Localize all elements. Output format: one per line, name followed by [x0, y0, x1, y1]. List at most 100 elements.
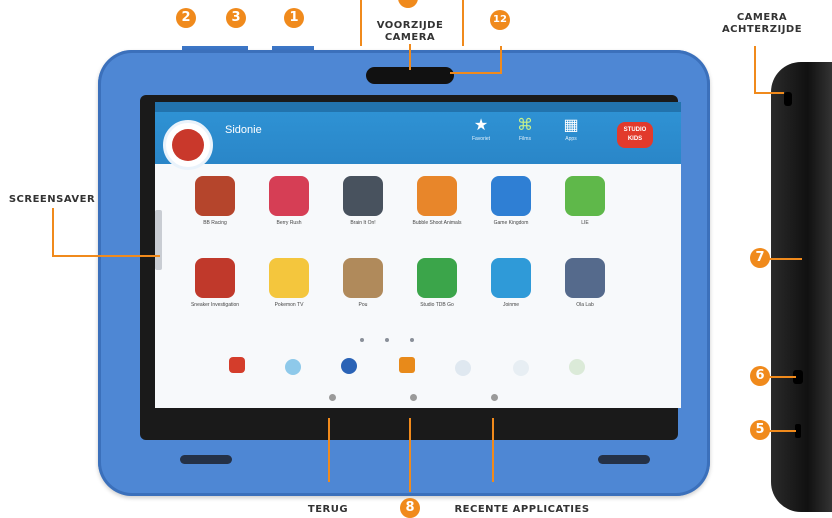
dock-app[interactable]: [399, 357, 415, 373]
badge-line-1: STUDIO: [623, 127, 647, 133]
callout-number-8: 8: [400, 498, 420, 518]
back-label: TERUG: [307, 504, 349, 515]
callout-line: [52, 208, 54, 256]
avatar-image: [172, 129, 204, 161]
app-icon: [565, 258, 605, 298]
badge-line-2: KIDS: [627, 136, 643, 142]
app-tile[interactable]: Studio TDB Go: [407, 258, 467, 328]
callout-line: [360, 0, 362, 46]
page-dot[interactable]: [410, 338, 414, 342]
screensaver-strip: [155, 210, 162, 270]
app-icon: [491, 176, 531, 216]
dock-app[interactable]: [569, 359, 585, 375]
app-tile[interactable]: Sneaker Investigation: [185, 258, 245, 328]
callout-line: [328, 418, 330, 482]
app-tile[interactable]: LIE: [555, 176, 615, 246]
home-nav-button[interactable]: [410, 394, 417, 401]
dock-app[interactable]: [285, 359, 301, 375]
app-tile[interactable]: Berry Rush: [259, 176, 319, 246]
grid-icon: ▦: [563, 117, 579, 134]
callout-line: [52, 255, 160, 257]
callout-line: [409, 44, 411, 70]
tablet-side-view: [771, 62, 832, 512]
app-icon: [269, 176, 309, 216]
app-label: Bubble Shoot Animals: [412, 220, 462, 226]
callout-number-5: 5: [750, 420, 770, 440]
callout-number-3: 3: [226, 8, 246, 28]
nav-apps[interactable]: ▦ Apps: [551, 116, 591, 142]
front-camera-label: VOORZIJDE CAMERA: [374, 20, 446, 44]
app-tile[interactable]: Bubble Shoot Animals: [407, 176, 467, 246]
screensaver-label: SCREENSAVER: [8, 194, 96, 205]
callout-number-1: 1: [284, 8, 304, 28]
page-dot[interactable]: [385, 338, 389, 342]
app-icon: [491, 258, 531, 298]
callout-line: [409, 418, 411, 492]
film-icon: ⌘: [517, 117, 533, 134]
app-icon: [417, 258, 457, 298]
nav-favorites[interactable]: ★ Favoriet: [461, 116, 501, 142]
dock-app[interactable]: [341, 358, 357, 374]
callout-number-partial: [398, 0, 418, 8]
label-line: VOORZIJDE: [376, 20, 444, 31]
callout-number-2: 2: [176, 8, 196, 28]
callout-line: [500, 46, 502, 74]
app-icon: [343, 176, 383, 216]
back-nav-button[interactable]: [329, 394, 336, 401]
callout-line: [754, 46, 756, 94]
app-tile[interactable]: Pou: [333, 258, 393, 328]
nav-films[interactable]: ⌘ Films: [505, 116, 545, 142]
callout-number-6: 6: [750, 366, 770, 386]
label-line: ACHTERZIJDE: [721, 24, 803, 35]
profile-name: Sidonie: [225, 124, 262, 136]
nav-label: Apps: [565, 136, 577, 142]
app-tile[interactable]: BB Racing: [185, 176, 245, 246]
tablet-screen: Sidonie ★ Favoriet ⌘ Films ▦ Apps STUDIO…: [155, 102, 681, 408]
app-tile[interactable]: Game Kingdom: [481, 176, 541, 246]
status-bar: [155, 102, 681, 112]
app-icon: [343, 258, 383, 298]
app-label: Berry Rush: [276, 220, 302, 226]
dock-app[interactable]: [513, 360, 529, 376]
callout-line: [768, 430, 796, 432]
screen-topbar: Sidonie ★ Favoriet ⌘ Films ▦ Apps STUDIO…: [155, 102, 681, 170]
app-label: Brain It On!: [350, 220, 376, 226]
app-tile[interactable]: Joinme: [481, 258, 541, 328]
rear-camera: [784, 92, 792, 106]
callout-number-12: 12: [490, 10, 510, 30]
star-icon: ★: [473, 117, 489, 134]
dock-app[interactable]: [229, 357, 245, 373]
recent-apps-label: RECENTE APPLICATIES: [454, 504, 590, 515]
nav-label: Films: [519, 136, 531, 142]
page-dot[interactable]: [360, 338, 364, 342]
recent-apps-nav-button[interactable]: [491, 394, 498, 401]
app-icon: [195, 176, 235, 216]
callout-line: [492, 418, 494, 482]
app-icon: [269, 258, 309, 298]
avatar[interactable]: [163, 120, 213, 170]
app-tile[interactable]: Pokemon TV: [259, 258, 319, 328]
app-icon: [195, 258, 235, 298]
app-label: Pou: [358, 302, 368, 308]
app-label: LIE: [581, 220, 589, 226]
app-tile[interactable]: Ola Lab: [555, 258, 615, 328]
app-icon: [417, 176, 457, 216]
callout-line: [462, 0, 464, 46]
studio-kids-badge[interactable]: STUDIO KIDS: [617, 122, 653, 148]
app-label: BB Racing: [203, 220, 227, 226]
app-label: Studio TDB Go: [420, 302, 454, 308]
app-label: Game Kingdom: [493, 220, 529, 226]
label-line: CAMERA: [736, 12, 788, 23]
callout-line: [768, 258, 802, 260]
speaker-left: [180, 455, 232, 464]
label-line: CAMERA: [384, 32, 436, 43]
callout-line: [768, 376, 796, 378]
callout-line: [450, 72, 502, 74]
callout-line: [754, 92, 784, 94]
app-icon: [565, 176, 605, 216]
app-label: Joinme: [502, 302, 520, 308]
dock-app[interactable]: [455, 360, 471, 376]
rear-camera-label: CAMERA ACHTERZIJDE: [716, 12, 808, 36]
app-label: Pokemon TV: [274, 302, 304, 308]
app-tile[interactable]: Brain It On!: [333, 176, 393, 246]
